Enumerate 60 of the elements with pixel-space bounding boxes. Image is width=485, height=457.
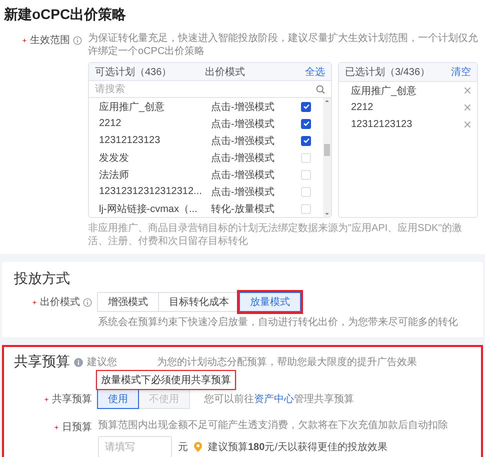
budget-option[interactable]: 使用 bbox=[97, 389, 139, 409]
search-icon bbox=[316, 84, 325, 94]
selected-plan: 12312123123 bbox=[351, 119, 414, 130]
bid-mode: 点击-增强模式 bbox=[211, 152, 276, 164]
bid-mode: 点击-增强模式 bbox=[211, 186, 276, 198]
selected-plan: 应用推广_创意 bbox=[351, 84, 418, 98]
asset-center-link[interactable]: 资产中心 bbox=[254, 394, 294, 405]
field-label: 出价模式 bbox=[40, 296, 80, 309]
note-text: 非应用推广、商品目录营销目标的计划无法绑定数据来源为"应用API、应用SDK"的激活、注册、付费和次日留存目标转化 bbox=[88, 222, 463, 248]
budget-hint: 为您的计划动态分配预算，帮助您最大限度的提升广告效果 bbox=[157, 356, 417, 368]
selected-plan: 2212 bbox=[351, 102, 374, 113]
tooltip: 放量模式下必须使用共享预算 bbox=[96, 370, 236, 390]
manage-hint: 您可以前往资产中心管理共享预算 bbox=[204, 392, 354, 406]
plan-name: 应用推广_创意 bbox=[99, 100, 166, 114]
bid-mode: 点击-增强模式 bbox=[211, 118, 276, 130]
column-header: 已选计划（3/436） bbox=[345, 66, 430, 79]
scroll-down-icon[interactable] bbox=[324, 211, 330, 217]
field-label: 生效范围 bbox=[30, 34, 70, 47]
section-title: 共享预算 bbox=[14, 353, 70, 371]
close-icon[interactable] bbox=[464, 87, 471, 94]
field-label: 共享预算 bbox=[52, 392, 92, 406]
scroll-thumb[interactable] bbox=[324, 144, 330, 156]
scrollbar[interactable] bbox=[323, 98, 331, 217]
scroll-up-icon[interactable] bbox=[324, 98, 330, 104]
checkbox[interactable] bbox=[301, 136, 311, 146]
close-icon[interactable] bbox=[464, 121, 471, 128]
clear-link[interactable]: 清空 bbox=[451, 65, 471, 79]
close-icon[interactable] bbox=[464, 104, 471, 111]
section-title: 投放方式 bbox=[14, 270, 71, 288]
info-icon bbox=[83, 298, 92, 306]
bid-mode-option[interactable]: 目标转化成本 bbox=[158, 292, 240, 312]
bid-mode: 点击-增强模式 bbox=[211, 134, 276, 148]
scope-hint: 为保证转化量充足，快速进入智能投放阶段，建议尽量扩大生效计划范围，一个计划仅允许绑定一个oCPC出价策略 bbox=[88, 32, 479, 58]
info-icon bbox=[73, 36, 82, 44]
plan-name: lj-网站链接-cvmax（... bbox=[99, 202, 198, 216]
checkbox[interactable] bbox=[301, 118, 311, 128]
plan-name: 12312123123 bbox=[99, 135, 162, 146]
bid-mode-hint: 系统会在预算约束下快速冷启放量，自动进行转化出价，为您带来尽可能多的转化 bbox=[98, 316, 459, 329]
bid-mode: 转化-放量模式 bbox=[211, 202, 276, 216]
checkbox[interactable] bbox=[301, 102, 311, 112]
plan-name: 12312312312312312... bbox=[99, 186, 203, 197]
daily-budget-field[interactable]: 请填写 bbox=[98, 436, 172, 457]
budget-suggestion: 建议预算180元/天以获得更佳的投放效果 bbox=[208, 440, 388, 454]
bid-mode: 点击-增强模式 bbox=[211, 100, 276, 114]
page-title: 新建oCPC出价策略 bbox=[4, 6, 128, 24]
plan-name: 2212 bbox=[99, 118, 122, 129]
bid-mode-option[interactable]: 增强模式 bbox=[97, 292, 159, 312]
info-icon bbox=[74, 358, 83, 366]
bid-mode-option[interactable]: 放量模式 bbox=[239, 292, 301, 312]
plan-name: 法法师 bbox=[99, 168, 130, 182]
pin-icon bbox=[194, 442, 202, 452]
select-all-link[interactable]: 全选 bbox=[305, 64, 325, 78]
column-header: 可选计划（436） bbox=[95, 66, 173, 78]
column-header: 出价模式 bbox=[205, 66, 245, 78]
unit-label: 元 bbox=[178, 441, 188, 454]
field-label: 日预算 bbox=[62, 421, 92, 434]
budget-hint: 建议您 bbox=[87, 356, 117, 368]
bid-mode: 点击-增强模式 bbox=[211, 168, 276, 182]
plan-name: 发发发 bbox=[99, 152, 130, 164]
daily-budget-hint: 预算范围内出现金额不足可能产生透支消费，欠款将在下次充值加款后自动扣除 bbox=[98, 419, 449, 432]
